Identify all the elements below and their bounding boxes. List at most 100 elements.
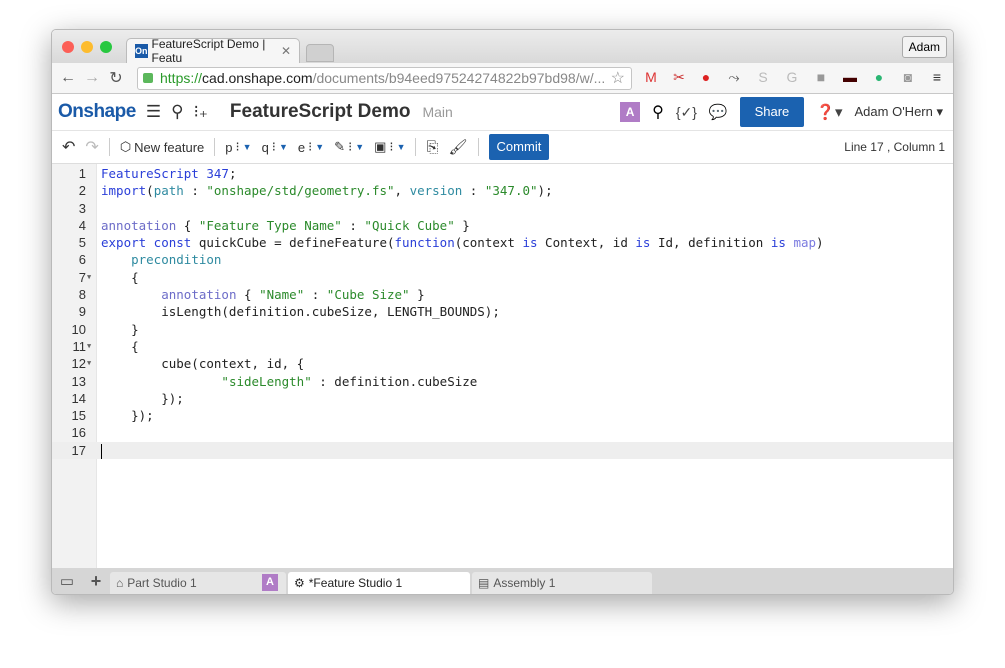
runner-icon[interactable]: ⤳ xyxy=(725,69,743,86)
comment-icon[interactable]: 💬 xyxy=(709,103,728,121)
reload-icon[interactable]: ↻ xyxy=(104,68,128,88)
code-line[interactable]: 17 xyxy=(52,441,953,460)
forward-icon[interactable]: → xyxy=(80,69,104,87)
undo-icon[interactable]: ↶ xyxy=(62,137,75,157)
code-line[interactable]: 7 ▼ { xyxy=(52,269,953,286)
line-number: 7 xyxy=(78,269,86,285)
help-icon[interactable]: ❓▾ xyxy=(816,103,842,121)
code-line[interactable]: 13 "sideLength" : definition.cubeSize xyxy=(52,373,953,390)
insert-sketch-button[interactable]: ✎ ⁝ ▼ xyxy=(334,139,364,155)
insert-part-query-button[interactable]: p ⁝ ▼ xyxy=(225,139,251,155)
code-line[interactable]: 6 precondition xyxy=(52,251,953,268)
code-line[interactable]: 3 xyxy=(52,200,953,217)
tab-user-badge: A xyxy=(262,574,278,591)
insert-query-button[interactable]: q ⁝ ▼ xyxy=(262,139,288,155)
code-line[interactable]: 12 ▼ cube(context, id, { xyxy=(52,355,953,372)
code-line[interactable]: 11 ▼ { xyxy=(52,338,953,355)
pinterest-icon[interactable]: ● xyxy=(697,69,715,85)
tab-feature-studio[interactable]: ⚙ *Feature Studio 1 xyxy=(288,572,470,594)
code-line[interactable]: 15 }); xyxy=(52,407,953,424)
tool-label: p xyxy=(225,139,233,155)
new-tab-button[interactable] xyxy=(306,44,334,62)
profile-button[interactable]: Adam xyxy=(901,36,947,58)
code-token: cube(context, id, { xyxy=(101,356,305,372)
feature-list-icon[interactable]: ⚲ xyxy=(171,102,183,122)
tool-label: q xyxy=(261,139,269,155)
code-token: } xyxy=(454,217,470,233)
new-feature-button[interactable]: ⬡ New feature xyxy=(120,139,204,155)
code-token: "347.0" xyxy=(484,183,538,199)
insert-entity-button[interactable]: e ⁝ ▼ xyxy=(298,139,324,155)
code-token: quickCube = defineFeature( xyxy=(191,235,395,251)
code-line[interactable]: 14 }); xyxy=(52,390,953,407)
line-number: 13 xyxy=(71,373,86,389)
line-number: 16 xyxy=(71,425,86,441)
redo-icon[interactable]: ↷ xyxy=(85,137,98,157)
divider xyxy=(214,138,216,156)
back-icon[interactable]: ← xyxy=(56,69,80,87)
code-line[interactable]: 8 annotation { "Name" : "Cube Size" } xyxy=(52,286,953,303)
user-menu[interactable]: Adam O'Hern ▾ xyxy=(855,104,943,120)
editor-toolbar: ↶ ↷ ⬡ New feature p ⁝ ▼ q ⁝ ▼ e ⁝ ▼ ✎ ⁝ ▼ ▣ ⁝ … xyxy=(52,131,953,164)
add-tab-icon[interactable]: + xyxy=(82,571,110,592)
code-token: , xyxy=(394,183,410,199)
line-number: 9 xyxy=(78,304,86,320)
gmail-icon[interactable]: M xyxy=(642,69,660,85)
grammarly-icon[interactable]: ● xyxy=(870,69,888,85)
line-text: export const quickCube = defineFeature(f… xyxy=(101,234,824,251)
browser-tab[interactable]: On FeatureScript Demo | Featu ✕ xyxy=(126,37,300,65)
code-lines[interactable]: 1 FeatureScript 347; 2 import(path : "onsha… xyxy=(52,165,953,460)
line-text: } xyxy=(101,321,139,338)
camera-icon[interactable]: ◙ xyxy=(899,69,917,85)
mask-icon[interactable]: ▬ xyxy=(841,69,859,85)
onshape-logo[interactable]: Onshape xyxy=(58,101,136,123)
workspace-icon[interactable]: ▭ xyxy=(52,572,82,590)
insert-plane-button[interactable]: ▣ ⁝ ▼ xyxy=(374,139,405,155)
scissors-icon[interactable]: ✂ xyxy=(670,69,688,86)
shield-icon[interactable]: ■ xyxy=(812,69,830,85)
commit-button[interactable]: Commit xyxy=(488,134,550,160)
paste-icon[interactable]: ⎘ xyxy=(426,139,438,156)
avatar[interactable]: A xyxy=(620,102,641,122)
line-number: 11 xyxy=(72,338,87,354)
menu-icon[interactable]: ☰ xyxy=(146,102,161,122)
code-token: : xyxy=(304,287,327,303)
code-line[interactable]: 10 } xyxy=(52,321,953,338)
format-brush-icon[interactable]: 🖌 xyxy=(449,138,468,156)
lock-icon xyxy=(143,73,153,83)
tab-assembly[interactable]: ▤ Assembly 1 xyxy=(472,572,652,594)
code-line[interactable]: 4 annotation { "Feature Type Name" : "Qui… xyxy=(52,217,953,234)
close-tab-icon[interactable]: ✕ xyxy=(281,44,291,58)
search-icon[interactable]: ⚲ xyxy=(652,102,664,122)
fold-toggle-icon[interactable]: ▼ xyxy=(87,355,91,372)
zoom-window-button[interactable] xyxy=(100,41,112,53)
minimize-window-button[interactable] xyxy=(81,41,93,53)
fold-toggle-icon[interactable]: ▼ xyxy=(87,269,91,286)
code-line[interactable]: 5 export const quickCube = defineFeature(… xyxy=(52,234,953,251)
part-studio-icon: ⌂ xyxy=(116,576,124,590)
code-line[interactable]: 9 isLength(definition.cubeSize, LENGTH_B… xyxy=(52,303,953,320)
chrome-menu-icon[interactable]: ≡ xyxy=(928,69,946,85)
line-number: 12 xyxy=(71,356,86,372)
s-icon[interactable]: S xyxy=(754,69,772,85)
share-button[interactable]: Share xyxy=(739,97,805,127)
g-icon[interactable]: G xyxy=(783,69,801,85)
code-line[interactable]: 2 import(path : "onshape/std/geometry.fs"… xyxy=(52,182,953,199)
document-title[interactable]: FeatureScript Demo xyxy=(230,101,411,123)
bookmark-star-icon[interactable]: ☆ xyxy=(611,68,625,89)
line-text: annotation { "Name" : "Cube Size" } xyxy=(101,286,424,303)
line-number: 8 xyxy=(78,287,86,303)
insert-icon[interactable]: ⁝₊ xyxy=(194,102,208,122)
fold-toggle-icon[interactable]: ▼ xyxy=(87,338,91,355)
tab-part-studio[interactable]: ⌂ Part Studio 1 A xyxy=(110,572,286,594)
code-line[interactable]: 16 xyxy=(52,424,953,441)
new-feature-label: New feature xyxy=(134,139,205,155)
close-window-button[interactable] xyxy=(62,41,74,53)
url-field[interactable]: https://cad.onshape.com/documents/b94eed… xyxy=(137,67,632,90)
line-text: { xyxy=(101,269,139,286)
divider xyxy=(415,138,417,156)
code-editor[interactable]: 1 FeatureScript 347; 2 import(path : "onsha… xyxy=(52,164,953,569)
branch-name[interactable]: Main xyxy=(422,104,452,120)
code-line[interactable]: 1 FeatureScript 347; xyxy=(52,165,953,182)
featurescript-icon[interactable]: {✓} xyxy=(676,104,697,121)
